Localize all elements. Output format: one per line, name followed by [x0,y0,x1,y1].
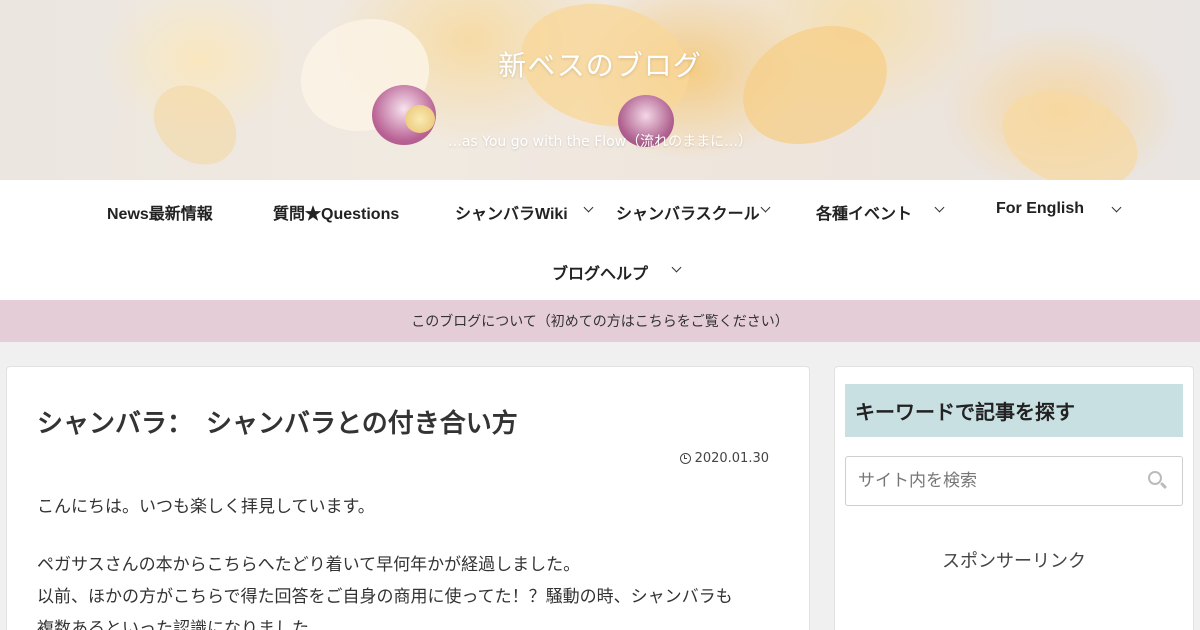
article-title: シャンバラ： シャンバラとの付き合い方 [37,408,518,438]
post-date: 2020.01.30 [679,451,769,466]
nav-item-label: 各種イベント [816,206,913,223]
notice-bar[interactable]: このブログについて（初めての方はこちらをご覧ください） [0,300,1200,342]
nav-item-label: News最新情報 [107,206,213,223]
chevron-down-icon [671,262,682,273]
notice-link[interactable]: このブログについて（初めての方はこちらをご覧ください） [411,311,789,331]
search-box [845,456,1183,506]
site-tagline: …as You go with the Flow（流れのままに…） [447,134,753,150]
search-icon[interactable] [1148,471,1168,491]
search-widget-title: キーワードで記事を探す [845,384,1183,437]
nav-item-label: For English [996,200,1084,217]
nav-item-label: ブログヘルプ [552,266,649,283]
site-title[interactable]: 新ベスのブログ [0,44,1200,84]
post-date-text: 2020.01.30 [694,451,769,466]
article-paragraph: ペガサスさんの本からこちらへたどり着いて早何年かが経過しました。 [37,555,581,575]
chevron-down-icon [760,202,771,213]
sidebar: キーワードで記事を探す スポンサーリンク [834,366,1194,630]
nav-item-label: シャンバラWiki [455,206,568,223]
nav-item-label: 質問★Questions [273,206,400,223]
sponsor-link-label: スポンサーリンク [942,551,1086,572]
article-paragraph: 複数あるといった認識になりました。 [37,619,326,630]
main-nav: News最新情報 質問★Questions シャンバラWiki シャンバラスクー… [0,180,1200,300]
chevron-down-icon [583,202,594,213]
clock-icon [679,453,691,464]
nav-item-label: シャンバラスクール [616,206,760,223]
chevron-down-icon [1111,202,1122,213]
article-card: シャンバラ： シャンバラとの付き合い方 2020.01.30 こんにちは。いつも… [6,366,810,630]
article-paragraph: 以前、ほかの方がこちらで得た回答をご自身の商用に使ってた！？騒動の時、シャンバラ… [37,587,733,607]
article-paragraph: こんにちは。いつも楽しく拝見しています。 [37,497,375,517]
search-input[interactable] [846,457,1136,505]
site-header: 新ベスのブログ …as You go with the Flow（流れのままに…… [0,0,1200,180]
chevron-down-icon [934,202,945,213]
